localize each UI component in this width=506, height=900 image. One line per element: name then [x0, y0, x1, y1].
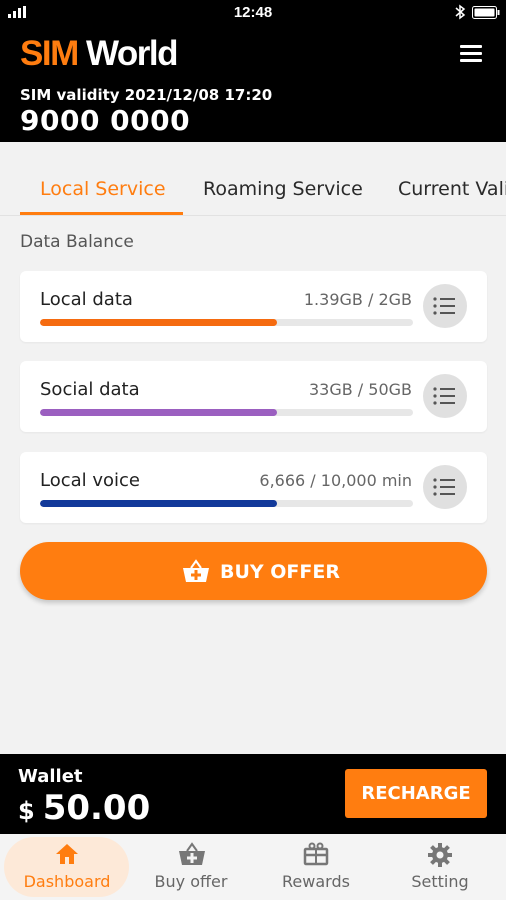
- card-label: Local voice: [40, 470, 141, 491]
- wallet-label: Wallet: [18, 766, 83, 787]
- basket-plus-icon: [179, 842, 205, 865]
- app-logo: SIM World: [20, 34, 179, 74]
- card-label: Local data: [40, 289, 133, 310]
- usage-progress-bar: [40, 409, 413, 416]
- details-list-icon[interactable]: [423, 284, 467, 328]
- section-title: Data Balance: [20, 232, 134, 252]
- gear-icon: [428, 843, 452, 867]
- recharge-label: RECHARGE: [361, 783, 471, 804]
- usage-progress-bar: [40, 319, 413, 326]
- card-value: 6,666 / 10,000 min: [259, 471, 412, 490]
- balance-card-local-data: Local data 1.39GB / 2GB: [20, 271, 487, 342]
- tab-current-validity[interactable]: Current Validity: [398, 178, 506, 200]
- nav-label: Dashboard: [23, 872, 111, 891]
- bluetooth-icon: [455, 4, 466, 20]
- service-tabs: Local Service Roaming Service Current Va…: [0, 142, 506, 216]
- card-value: 33GB / 50GB: [308, 380, 412, 399]
- wallet-currency: $: [18, 797, 35, 825]
- buy-offer-button[interactable]: BUY OFFER: [20, 542, 487, 600]
- nav-label: Rewards: [282, 872, 350, 891]
- wallet-bar: Wallet $50.00 RECHARGE: [0, 754, 506, 834]
- card-label: Social data: [40, 379, 140, 400]
- app-header: 12:48 SIM World SIM validity 2021/12/08 …: [0, 0, 506, 142]
- wallet-balance: $50.00: [18, 788, 150, 828]
- logo-sim: SIM: [20, 34, 79, 73]
- home-icon: [56, 844, 78, 864]
- card-value: 1.39GB / 2GB: [303, 290, 412, 309]
- battery-icon: [472, 6, 500, 19]
- phone-number: 9000 0000: [20, 104, 191, 137]
- tab-local-service[interactable]: Local Service: [40, 178, 166, 200]
- logo-world: World: [85, 34, 179, 73]
- basket-plus-icon: [183, 559, 209, 582]
- sim-validity: SIM validity 2021/12/08 17:20: [20, 86, 273, 104]
- active-tab-indicator: [20, 212, 183, 215]
- status-time: 12:48: [233, 4, 273, 21]
- gift-icon: [303, 842, 329, 866]
- wallet-amount: 50.00: [42, 788, 151, 828]
- details-list-icon[interactable]: [423, 465, 467, 509]
- balance-card-local-voice: Local voice 6,666 / 10,000 min: [20, 452, 487, 523]
- menu-icon[interactable]: [458, 42, 486, 66]
- recharge-button[interactable]: RECHARGE: [345, 769, 487, 818]
- details-list-icon[interactable]: [423, 374, 467, 418]
- usage-progress-bar: [40, 500, 413, 507]
- nav-label: Buy offer: [154, 872, 228, 891]
- nav-setting[interactable]: Setting: [377, 834, 503, 900]
- status-bar: 12:48: [0, 0, 506, 26]
- bottom-nav: Dashboard Buy offer Rewards Setting: [0, 834, 506, 900]
- tab-roaming-service[interactable]: Roaming Service: [203, 178, 363, 200]
- balance-card-social-data: Social data 33GB / 50GB: [20, 361, 487, 432]
- progress-fill: [40, 319, 277, 326]
- progress-fill: [40, 500, 277, 507]
- nav-label: Setting: [411, 872, 469, 891]
- buy-offer-label: BUY OFFER: [220, 561, 341, 583]
- nav-dashboard[interactable]: Dashboard: [4, 834, 130, 900]
- nav-buy-offer[interactable]: Buy offer: [128, 834, 254, 900]
- progress-fill: [40, 409, 277, 416]
- nav-rewards[interactable]: Rewards: [253, 834, 379, 900]
